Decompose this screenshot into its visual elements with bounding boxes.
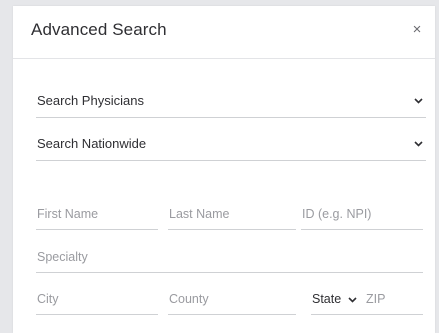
chevron-down-icon <box>414 98 423 104</box>
dialog-title: Advanced Search <box>31 20 167 39</box>
specialty-input[interactable] <box>36 244 423 270</box>
search-type-value: Search Physicians <box>37 93 144 108</box>
close-button[interactable]: × <box>407 20 427 40</box>
first-name-field <box>36 201 158 230</box>
last-name-input[interactable] <box>168 201 296 227</box>
county-field <box>168 286 296 315</box>
search-scope-select[interactable]: Search Nationwide <box>36 130 426 161</box>
specialty-field <box>36 244 423 273</box>
chevron-down-icon <box>348 297 357 303</box>
chevron-down-icon <box>414 141 423 147</box>
city-field <box>36 286 158 315</box>
close-icon: × <box>412 21 422 38</box>
state-select[interactable]: State <box>311 286 369 315</box>
zip-field <box>365 286 423 315</box>
advanced-search-dialog: Advanced Search × Search Physicians Sear… <box>13 6 435 333</box>
county-input[interactable] <box>168 286 296 312</box>
id-input[interactable] <box>301 201 423 227</box>
search-type-select[interactable]: Search Physicians <box>36 87 426 118</box>
last-name-field <box>168 201 296 230</box>
first-name-input[interactable] <box>36 201 158 227</box>
id-field <box>301 201 423 230</box>
search-scope-value: Search Nationwide <box>37 136 147 151</box>
zip-input[interactable] <box>365 286 423 312</box>
dialog-header: Advanced Search × <box>13 6 435 59</box>
city-input[interactable] <box>36 286 158 312</box>
state-value: State <box>312 292 342 306</box>
